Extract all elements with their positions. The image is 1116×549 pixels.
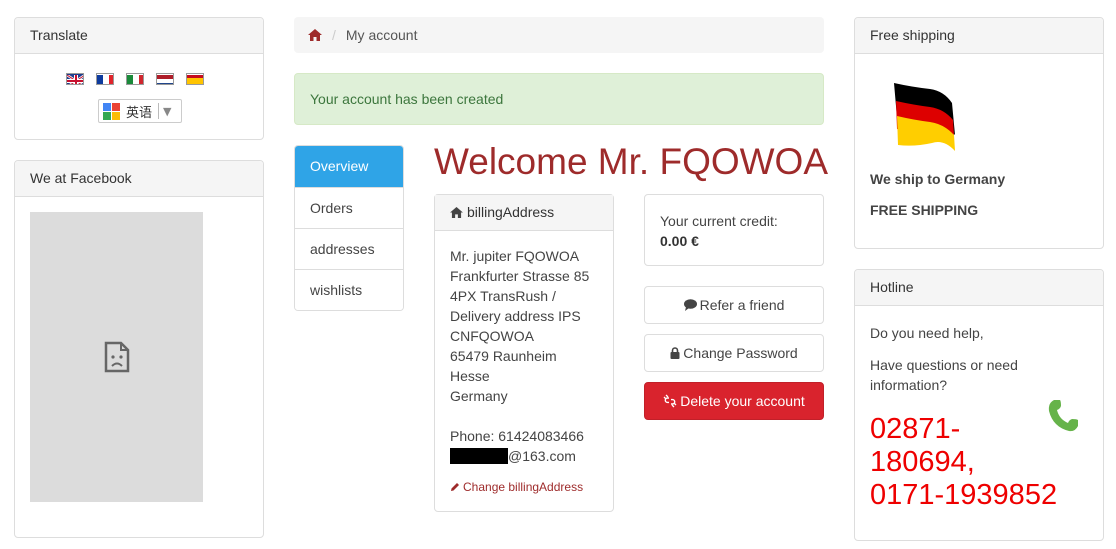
germany-flag-icon <box>894 83 955 151</box>
account-created-alert: Your account has been created <box>294 73 824 125</box>
hotline-questions-text: Have questions or need information? <box>870 357 1018 393</box>
change-billing-address-link[interactable]: Change billingAddress <box>450 480 583 494</box>
facebook-embed-placeholder <box>30 212 203 502</box>
flag-uk-icon[interactable] <box>66 73 84 85</box>
billing-address-heading: billingAddress <box>435 195 613 231</box>
account-nav-wishlists[interactable]: wishlists <box>295 269 403 310</box>
pencil-icon <box>451 483 459 491</box>
billing-phone: Phone: 61424083466 <box>450 428 584 444</box>
credit-value: 0.00 € <box>660 233 699 249</box>
account-nav-orders[interactable]: Orders <box>295 187 403 228</box>
hotline-title: Hotline <box>855 270 1103 306</box>
breadcrumb: / My account <box>294 17 824 53</box>
unlink-icon <box>663 394 677 408</box>
ship-to-text: We ship to Germany <box>870 171 1006 187</box>
refer-friend-label: Refer a friend <box>699 297 785 313</box>
account-nav-addresses[interactable]: addresses <box>295 228 403 269</box>
flag-spain-icon[interactable] <box>186 73 204 85</box>
translate-title: Translate <box>15 18 263 54</box>
flag-italy-icon[interactable] <box>126 73 144 85</box>
alert-message: Your account has been created <box>310 91 504 107</box>
address-line: 65479 Raunheim <box>450 348 557 364</box>
delete-account-label: Delete your account <box>680 393 805 409</box>
credit-panel: Your current credit: 0.00 € <box>644 194 824 266</box>
hotline-phone-number[interactable]: 02871- 180694, 0171-1939852 <box>870 413 1057 512</box>
address-line: 4PX TransRush / <box>450 288 556 304</box>
flag-netherlands-icon[interactable] <box>156 73 174 85</box>
google-translate-icon <box>103 102 120 120</box>
free-shipping-title: Free shipping <box>855 18 1103 54</box>
flag-france-icon[interactable] <box>96 73 114 85</box>
billing-address-panel: billingAddress Mr. jupiter FQOWOA Frankf… <box>434 194 614 512</box>
breadcrumb-separator: / <box>332 27 336 43</box>
comment-icon <box>683 299 697 311</box>
broken-page-icon <box>104 341 129 373</box>
hotline-help-text: Do you need help, <box>870 325 984 341</box>
phone-line: 180694, <box>870 446 975 478</box>
billing-address-body: Mr. jupiter FQOWOA Frankfurter Strasse 8… <box>450 246 589 466</box>
home-icon <box>450 207 463 218</box>
language-select-value: 英语 <box>126 105 153 121</box>
facebook-panel: We at Facebook <box>14 160 264 538</box>
address-line: Frankfurter Strasse 85 <box>450 268 590 284</box>
delete-account-button[interactable]: Delete your account <box>644 382 824 420</box>
billing-email: @163.com <box>450 446 589 466</box>
address-line: Germany <box>450 388 508 404</box>
address-line: Delivery address IPS <box>450 308 581 324</box>
change-billing-address-label: Change billingAddress <box>463 480 584 494</box>
language-flags <box>66 73 204 85</box>
refer-friend-button[interactable]: Refer a friend <box>644 286 824 324</box>
credit-label: Your current credit: <box>660 213 778 229</box>
address-line: Mr. jupiter FQOWOA <box>450 248 580 264</box>
facebook-title: We at Facebook <box>15 161 263 197</box>
free-shipping-text: FREE SHIPPING <box>870 202 979 218</box>
account-nav: Overview Orders addresses wishlists <box>294 145 404 311</box>
phone-line: 02871- <box>870 413 961 445</box>
free-shipping-panel: Free shipping We ship to Germany FREE SH… <box>854 17 1104 249</box>
chevron-down-icon: ▼ <box>163 104 172 118</box>
language-select[interactable]: 英语 ▼ <box>98 99 182 123</box>
hotline-panel: Hotline Do you need help, Have questions… <box>854 269 1104 541</box>
account-nav-overview[interactable]: Overview <box>295 146 403 187</box>
lock-icon <box>670 347 680 359</box>
change-password-label: Change Password <box>683 345 798 361</box>
language-select-divider <box>158 103 160 119</box>
address-line: Hesse <box>450 368 490 384</box>
breadcrumb-current: My account <box>345 27 418 43</box>
address-line: CNFQOWOA <box>450 328 534 344</box>
billing-email-domain: @163.com <box>508 448 576 464</box>
billing-address-title: billingAddress <box>467 204 555 220</box>
change-password-button[interactable]: Change Password <box>644 334 824 372</box>
phone-line: 0171-1939852 <box>870 479 1058 511</box>
home-icon[interactable] <box>308 29 322 41</box>
welcome-heading: Welcome Mr. FQOWOA <box>434 141 829 182</box>
redacted-block <box>450 448 508 464</box>
translate-panel: Translate 英语 ▼ <box>14 17 264 140</box>
